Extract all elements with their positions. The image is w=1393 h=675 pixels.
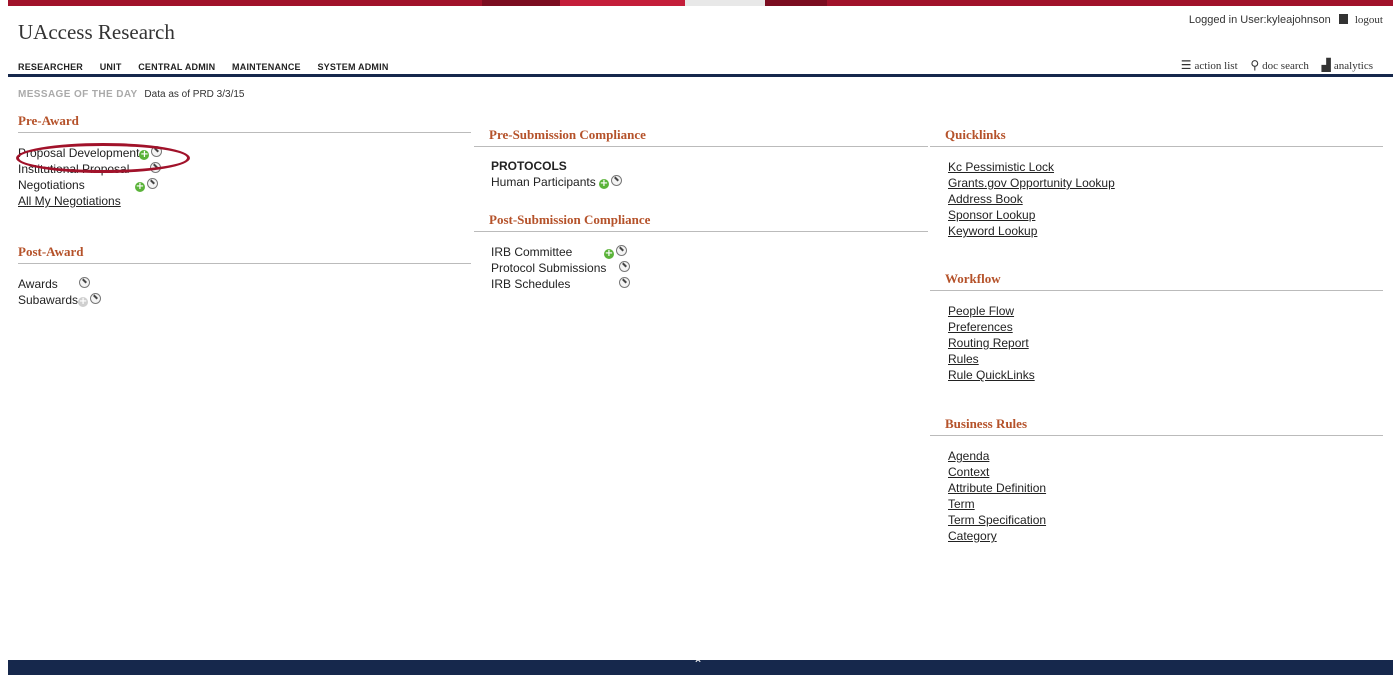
action-list-link[interactable]: ☰ action list (1180, 58, 1238, 72)
awards-label: Awards (18, 277, 58, 291)
workflow-section: Workflow People Flow Preferences Routing… (930, 271, 1383, 383)
doc-search-label: doc search (1262, 60, 1309, 72)
irb-schedules-row: IRB Schedules (491, 276, 928, 292)
nav-maintenance[interactable]: MAINTENANCE (232, 62, 301, 72)
nav-system-admin[interactable]: SYSTEM ADMIN (317, 62, 388, 72)
logged-in-user: Logged in User:kyleajohnson (1188, 14, 1331, 26)
highlight-annotation (16, 143, 190, 173)
chevron-up-icon[interactable]: ⌃ (693, 657, 703, 671)
section-heading: Pre-Award (18, 113, 471, 133)
accent-segment (560, 0, 685, 6)
subawards-label: Subawards (18, 293, 79, 307)
negotiations-row: Negotiations + (18, 177, 471, 193)
negotiations-label: Negotiations (18, 178, 85, 192)
search-icon[interactable] (147, 178, 158, 189)
main-nav: RESEARCHER UNIT CENTRAL ADMIN MAINTENANC… (18, 62, 403, 72)
nav-divider (8, 74, 1393, 77)
irb-committee-label: IRB Committee (491, 245, 573, 259)
subawards-row: Subawards+ (18, 292, 471, 308)
protocol-submissions-row: Protocol Submissions (491, 260, 928, 276)
human-participants-label: Human Participants (491, 175, 596, 189)
search-icon[interactable] (79, 277, 90, 288)
search-icon[interactable] (619, 261, 630, 272)
post-submission-compliance-section: Post-Submission Compliance IRB Committee… (474, 212, 928, 292)
section-heading: Business Rules (930, 416, 1383, 436)
business-rule-term-specification[interactable]: Term Specification (948, 512, 1383, 528)
protocols-subheading: PROTOCOLS (491, 159, 567, 173)
irb-committee-row: IRB Committee + (491, 244, 928, 260)
list-icon: ☰ (1180, 58, 1192, 72)
section-heading: Pre-Submission Compliance (474, 127, 928, 147)
motd-text: Data as of PRD 3/3/15 (144, 89, 245, 100)
quicklink-grants-gov-lookup[interactable]: Grants.gov Opportunity Lookup (948, 175, 1383, 191)
workflow-people-flow[interactable]: People Flow (948, 303, 1383, 319)
workflow-preferences[interactable]: Preferences (948, 319, 1383, 335)
top-accent-bar (8, 0, 1393, 6)
section-heading: Post-Submission Compliance (474, 212, 928, 232)
accent-segment (765, 0, 827, 6)
nav-unit[interactable]: UNIT (100, 62, 122, 72)
business-rule-term[interactable]: Term (948, 496, 1383, 512)
app-title: UAccess Research (18, 20, 175, 44)
all-my-negotiations-link[interactable]: All My Negotiations (18, 193, 471, 209)
motd-label: MESSAGE OF THE DAY (18, 89, 138, 100)
quicklink-keyword-lookup[interactable]: Keyword Lookup (948, 223, 1383, 239)
user-area: Logged in User:kyleajohnson logout (1189, 14, 1383, 26)
section-heading: Post-Award (18, 244, 471, 264)
analytics-label: analytics (1333, 60, 1373, 72)
action-list-label: action list (1194, 60, 1238, 72)
add-icon: + (78, 296, 89, 307)
doc-search-link[interactable]: ⚲ doc search (1250, 58, 1309, 72)
quicklinks-section: Quicklinks Kc Pessimistic Lock Grants.go… (930, 127, 1383, 239)
awards-row: Awards (18, 276, 471, 292)
business-rules-section: Business Rules Agenda Context Attribute … (930, 416, 1383, 544)
nav-central-admin[interactable]: CENTRAL ADMIN (138, 62, 215, 72)
protocol-submissions-label: Protocol Submissions (491, 261, 607, 275)
analytics-link[interactable]: ▟ analytics (1321, 58, 1373, 72)
add-icon[interactable]: + (604, 249, 614, 259)
quicklink-sponsor-lookup[interactable]: Sponsor Lookup (948, 207, 1383, 223)
footer-bar: ⌃ (8, 657, 1393, 675)
workflow-rule-quicklinks[interactable]: Rule QuickLinks (948, 367, 1383, 383)
business-rule-category[interactable]: Category (948, 528, 1383, 544)
search-icon[interactable] (619, 277, 630, 288)
business-rule-context[interactable]: Context (948, 464, 1383, 480)
add-icon[interactable]: + (135, 182, 145, 192)
business-rule-attribute-definition[interactable]: Attribute Definition (948, 480, 1383, 496)
logout-link[interactable]: logout (1355, 14, 1383, 26)
accent-segment (685, 0, 765, 6)
business-rule-agenda[interactable]: Agenda (948, 448, 1383, 464)
accent-segment (482, 0, 560, 6)
workflow-routing-report[interactable]: Routing Report (948, 335, 1383, 351)
add-icon[interactable]: + (599, 179, 609, 189)
nav-researcher[interactable]: RESEARCHER (18, 62, 83, 72)
search-icon: ⚲ (1250, 58, 1260, 72)
post-award-section: Post-Award Awards Subawards+ (18, 244, 471, 308)
search-icon[interactable] (616, 245, 627, 256)
workflow-rules[interactable]: Rules (948, 351, 1383, 367)
section-heading: Workflow (930, 271, 1383, 291)
irb-schedules-label: IRB Schedules (491, 277, 571, 291)
message-of-the-day: MESSAGE OF THE DAY Data as of PRD 3/3/15 (18, 89, 244, 100)
human-participants-row: Human Participants + (491, 174, 928, 190)
quicklink-kc-pessimistic-lock[interactable]: Kc Pessimistic Lock (948, 159, 1383, 175)
search-icon[interactable] (611, 175, 622, 186)
quicklink-address-book[interactable]: Address Book (948, 191, 1383, 207)
header-tools: ☰ action list ⚲ doc search ▟ analytics (1171, 58, 1373, 72)
search-icon[interactable] (90, 293, 102, 304)
section-heading: Quicklinks (930, 127, 1383, 147)
pre-submission-compliance-section: Pre-Submission Compliance PROTOCOLS Huma… (474, 127, 928, 190)
chart-icon: ▟ (1321, 58, 1331, 72)
logout-icon[interactable] (1338, 14, 1348, 24)
